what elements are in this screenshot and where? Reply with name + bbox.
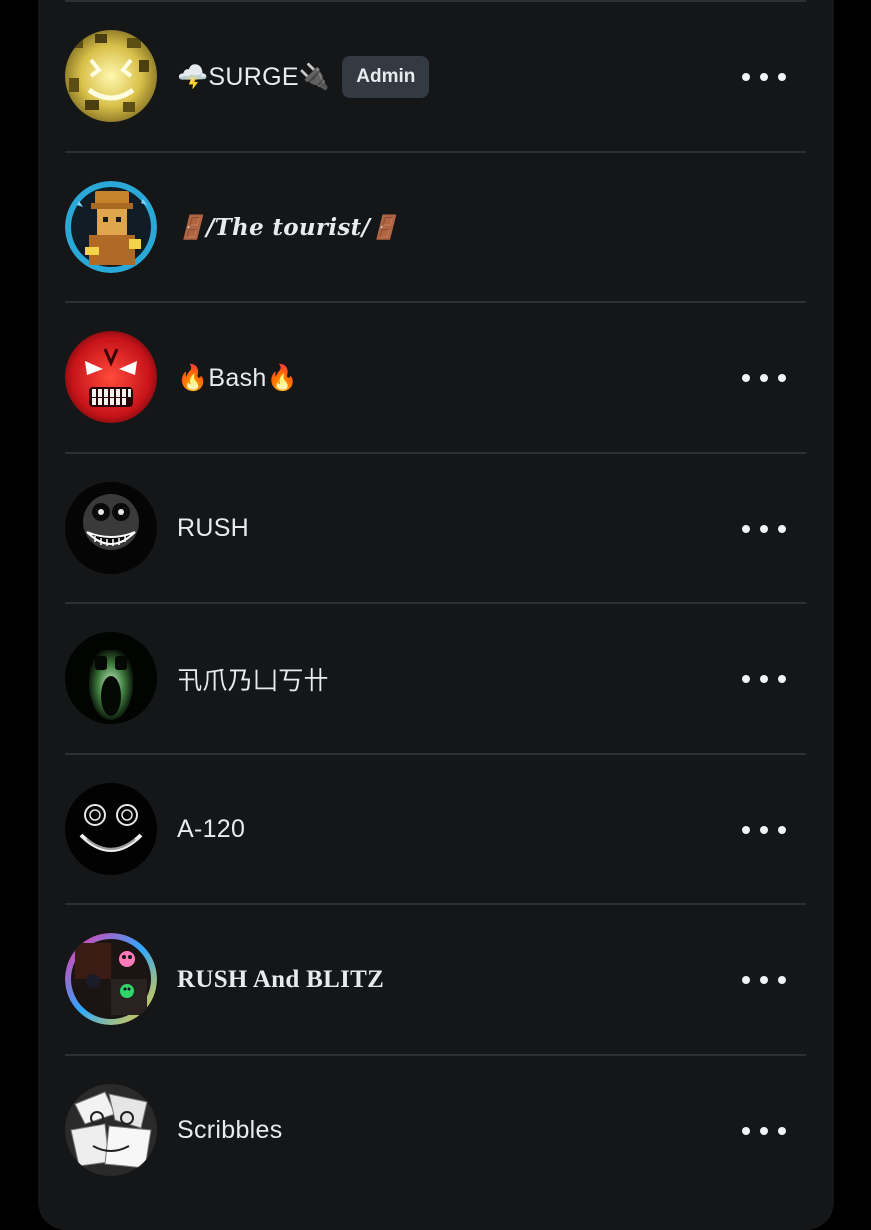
scribbles-paper-face-avatar[interactable]: [65, 1083, 157, 1176]
smiling-dark-face-avatar[interactable]: [65, 782, 157, 875]
member-row-the-tourist[interactable]: 🚪/The tourist/🚪: [65, 153, 806, 303]
rush-and-blitz-avatar[interactable]: [65, 933, 157, 1025]
member-name: 🌩️SURGE🔌: [177, 62, 331, 91]
glowing-yellow-face-avatar[interactable]: [65, 30, 157, 122]
more-dots-icon: [742, 675, 750, 683]
dot: [778, 1126, 786, 1135]
member-row-ambush[interactable]: 卂爪乃凵丂卄: [65, 604, 806, 755]
member-name: RUSH And BLITZ: [177, 966, 385, 993]
more-options-button[interactable]: [742, 363, 786, 393]
more-dots-icon: [742, 976, 750, 984]
member-row-a-120[interactable]: A-120: [65, 755, 806, 905]
red-angry-face-avatar[interactable]: [65, 331, 157, 423]
more-options-button[interactable]: [742, 664, 786, 694]
dot: [778, 825, 786, 834]
dot: [778, 976, 786, 984]
dot: [778, 675, 786, 683]
member-name: 卂爪乃凵丂卄: [177, 667, 329, 695]
member-row-scribbles[interactable]: Scribbles: [65, 1056, 806, 1205]
member-list: 🌩️SURGE🔌 Admin 🚪/The tourist/🚪 🔥Bash🔥 RU…: [65, 2, 806, 1204]
dot: [760, 524, 768, 533]
dot: [760, 825, 768, 834]
member-name-wrap: RUSH And BLITZ: [177, 959, 384, 1001]
more-dots-icon: [742, 374, 750, 382]
dot: [760, 976, 768, 984]
admin-badge: Admin: [342, 56, 430, 98]
member-name: 🚪/The tourist/🚪: [177, 214, 400, 241]
more-options-button[interactable]: [742, 62, 786, 92]
member-name: A-120: [177, 815, 246, 843]
member-name-wrap: RUSH: [177, 508, 249, 550]
member-name-wrap: 🌩️SURGE🔌 Admin: [177, 56, 430, 98]
member-name-wrap: A-120: [177, 809, 245, 851]
more-options-button[interactable]: [742, 1116, 786, 1146]
member-row-rush-and-blitz[interactable]: RUSH And BLITZ: [65, 905, 806, 1056]
green-screaming-face-avatar[interactable]: [65, 632, 157, 724]
member-name: Scribbles: [177, 1116, 283, 1144]
member-name: 🔥Bash🔥: [177, 363, 299, 392]
member-name: RUSH: [177, 514, 250, 542]
more-options-button[interactable]: [742, 965, 786, 995]
dot: [760, 675, 768, 683]
dot: [760, 73, 768, 81]
member-name-wrap: 卂爪乃凵丂卄: [177, 658, 329, 700]
roblox-character-avatar[interactable]: [65, 180, 157, 273]
dot: [760, 374, 768, 382]
more-dots-icon: [742, 1126, 750, 1135]
more-dots-icon: [742, 825, 750, 834]
member-name-wrap: Scribbles: [177, 1110, 283, 1152]
more-dots-icon: [742, 73, 750, 81]
member-row-bash[interactable]: 🔥Bash🔥: [65, 303, 806, 454]
dot: [778, 73, 786, 81]
dot: [778, 524, 786, 533]
member-row-rush[interactable]: RUSH: [65, 454, 806, 604]
member-name-wrap: 🔥Bash🔥: [177, 357, 298, 399]
dot: [778, 374, 786, 382]
more-dots-icon: [742, 524, 750, 533]
member-row-surge[interactable]: 🌩️SURGE🔌 Admin: [65, 2, 806, 153]
dot: [760, 1126, 768, 1135]
more-options-button[interactable]: [742, 815, 786, 845]
more-options-button[interactable]: [742, 514, 786, 544]
member-name-wrap: 🚪/The tourist/🚪: [177, 207, 399, 249]
rush-grin-face-avatar[interactable]: [65, 481, 157, 574]
